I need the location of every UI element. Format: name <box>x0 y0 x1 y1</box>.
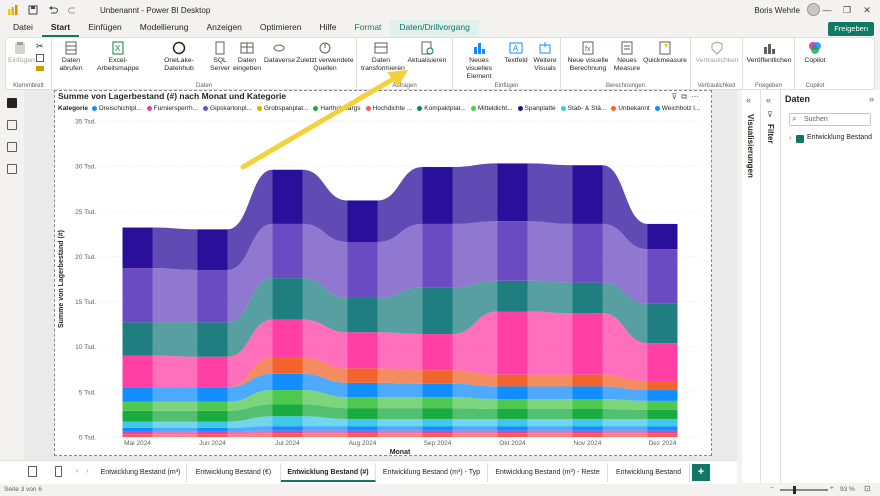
add-page-button[interactable]: + <box>692 464 710 481</box>
table-icon <box>796 135 804 143</box>
filter-label: Filter <box>766 124 775 144</box>
prev-page-icon[interactable]: ‹ <box>76 466 79 475</box>
page-tab[interactable]: Entwicklung Bestand (€) <box>187 463 281 482</box>
search-icon: ⌕ <box>792 114 797 123</box>
page-tab[interactable]: Entwicklung Bestand (m³) <box>95 463 187 482</box>
fit-page-icon[interactable]: ⊡ <box>864 484 871 493</box>
search-input[interactable]: Suchen <box>789 113 871 126</box>
page-tab-active[interactable]: Entwicklung Bestand (#) <box>281 463 376 482</box>
visualizations-pane-collapsed[interactable]: « Visualisierungen <box>742 90 761 483</box>
zoom-plus[interactable]: + <box>830 485 834 492</box>
chevron-right-icon[interactable]: › <box>789 135 791 142</box>
page-tab[interactable]: Entwicklung Bestand <box>608 463 690 482</box>
zoom-thumb[interactable] <box>793 486 796 494</box>
zoom-minus[interactable]: − <box>770 485 774 492</box>
status-bar: Seite 3 von 6 − + 93 % ⊡ <box>0 484 880 496</box>
filter-pane-collapsed[interactable]: « ⊽ Filter <box>761 90 781 483</box>
visualizations-label: Visualisierungen <box>746 114 755 178</box>
zoom-level: 93 % <box>840 486 855 493</box>
data-pane: Daten » › Entwicklung Bestand <box>781 90 880 483</box>
page-indicator: Seite 3 von 6 <box>4 486 42 493</box>
collapse-icon[interactable]: » <box>869 94 874 104</box>
zoom-slider[interactable] <box>780 489 828 491</box>
filter-icon: ⊽ <box>767 110 773 119</box>
data-pane-title: Daten <box>785 94 811 104</box>
chevron-left-icon[interactable]: « <box>766 95 771 105</box>
desktop-view-icon[interactable] <box>28 466 37 477</box>
page-tab[interactable]: Entwicklung Bestand (m³) - Typ <box>376 463 488 482</box>
table-item[interactable]: Entwicklung Bestand <box>807 134 872 141</box>
mobile-view-icon[interactable] <box>55 466 62 477</box>
page-tab[interactable]: Entwicklung Bestand (m³) - Reste <box>488 463 608 482</box>
chevron-left-icon[interactable]: « <box>746 95 751 105</box>
next-page-icon[interactable]: › <box>86 466 89 475</box>
